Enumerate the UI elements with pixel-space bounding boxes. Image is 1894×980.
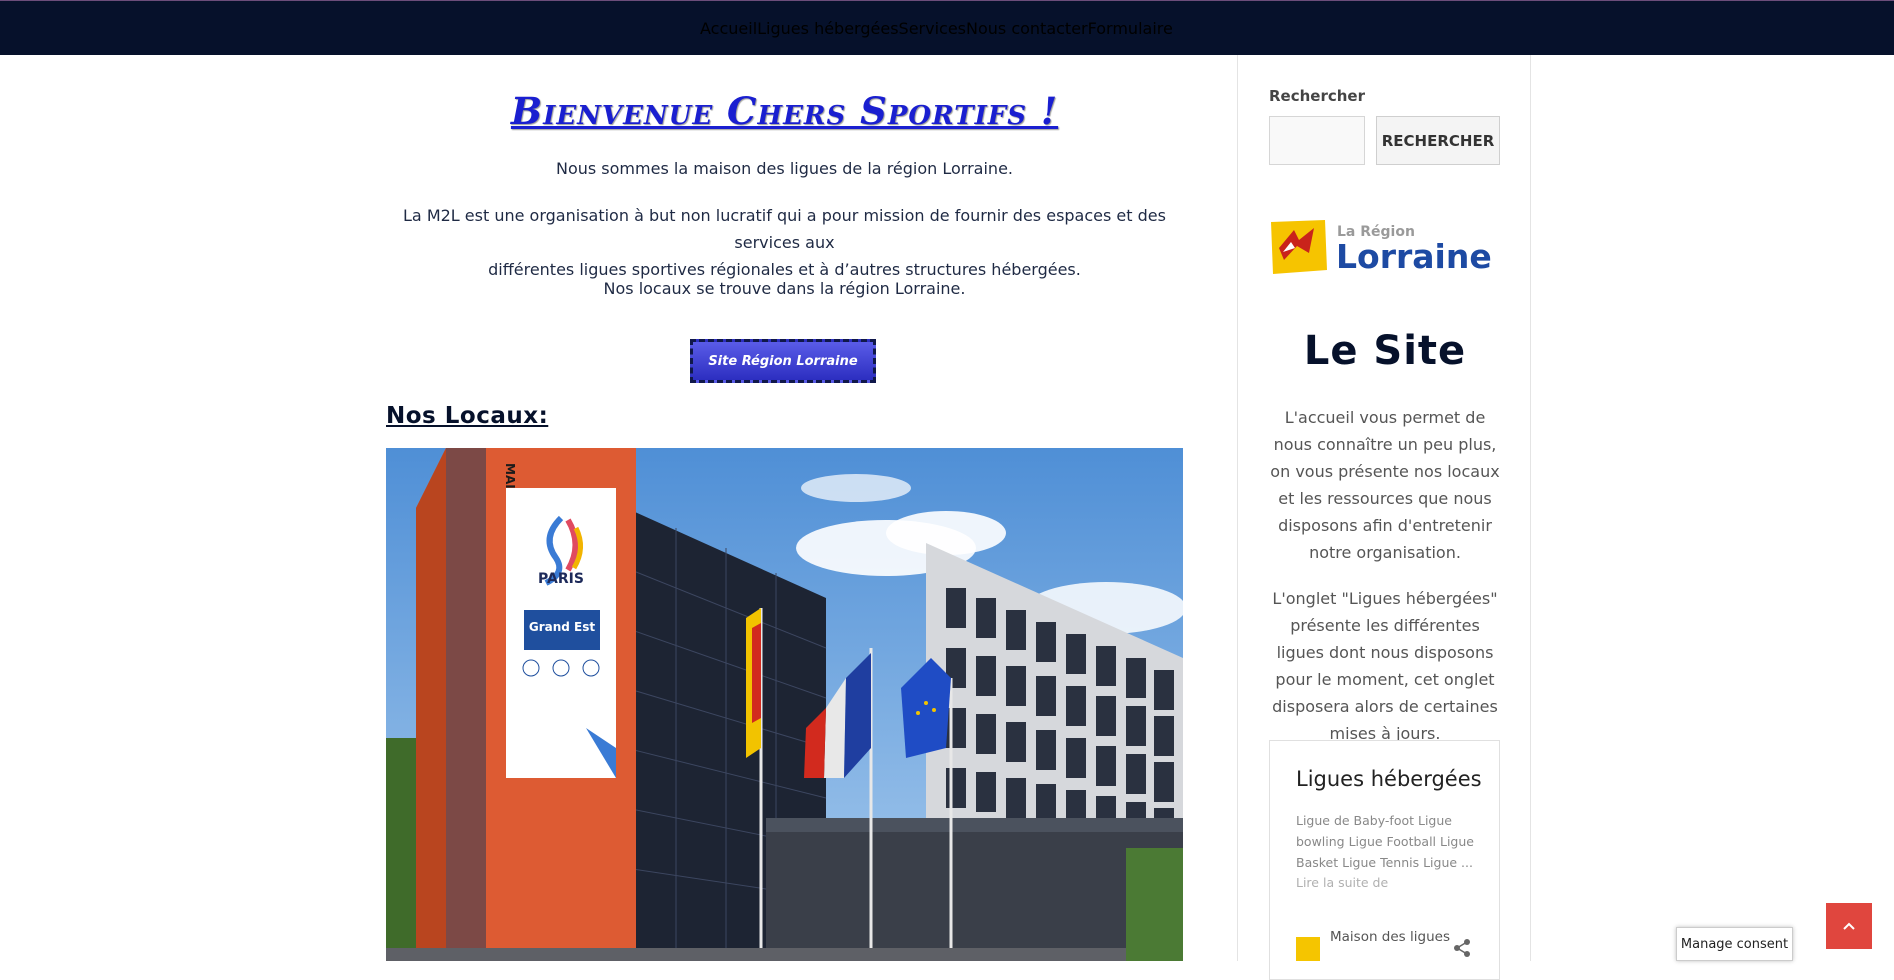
region-lorraine-logo: La Région Lorraine — [1269, 218, 1501, 276]
card-title[interactable]: Ligues hébergées — [1296, 767, 1482, 791]
mission-paragraph: La M2L est une organisation à but non lu… — [386, 202, 1183, 283]
top-navbar: Accueil Ligues hébergées Services Nous c… — [0, 0, 1894, 55]
card-author[interactable]: Maison des ligues — [1330, 929, 1450, 945]
search-button[interactable]: RECHERCHER — [1376, 116, 1500, 165]
nav-services[interactable]: Services — [899, 19, 966, 38]
search-label: Rechercher — [1269, 87, 1366, 105]
site-description-1: L'accueil vous permet de nous connaître … — [1270, 408, 1500, 562]
mission-line-1: La M2L est une organisation à but non lu… — [403, 206, 1166, 252]
back-to-top-button[interactable] — [1826, 903, 1872, 949]
banner-grandest: Grand Est — [529, 620, 596, 634]
author-avatar — [1296, 937, 1320, 961]
chevron-up-icon — [1843, 922, 1855, 930]
card-read-more[interactable]: Lire la suite de — [1296, 875, 1388, 890]
region-lorraine-button[interactable]: Site Région Lorraine — [690, 339, 876, 383]
locaux-heading: Nos Locaux: — [386, 403, 549, 429]
nav-accueil[interactable]: Accueil — [700, 19, 757, 38]
main-nav: Accueil Ligues hébergées Services Nous c… — [700, 1, 1173, 56]
nav-ligues-hebergees[interactable]: Ligues hébergées — [757, 19, 898, 38]
sidebar-left-border — [1237, 55, 1238, 961]
sidebar-right-border — [1530, 55, 1531, 961]
banner-paris: PARIS — [538, 571, 584, 587]
nav-nous-contacter[interactable]: Nous contacter — [966, 19, 1088, 38]
nav-formulaire[interactable]: Formulaire — [1088, 19, 1173, 38]
welcome-title: Bienvenue Chers Sportifs ! — [510, 89, 1059, 133]
logo-lorraine: Lorraine — [1336, 237, 1492, 276]
building-photo: MAISON REGIONALE DES SPORTS PARIS Grand … — [386, 448, 1183, 961]
card-excerpt: Ligue de Baby-foot Ligue bowling Ligue F… — [1296, 813, 1474, 870]
share-icon[interactable] — [1452, 938, 1472, 958]
locations-paragraph: Nos locaux se trouve dans la région Lorr… — [603, 279, 966, 298]
manage-consent-button[interactable]: Manage consent — [1676, 927, 1793, 961]
search-input[interactable] — [1269, 116, 1365, 165]
intro-paragraph: Nous sommes la maison des ligues de la r… — [555, 159, 1013, 178]
le-site-title: Le Site — [1303, 328, 1467, 374]
site-description-2: L'onglet "Ligues hébergées" présente les… — [1272, 589, 1498, 743]
ligues-card[interactable]: Ligues hébergées Ligue de Baby-foot Ligu… — [1269, 740, 1500, 980]
